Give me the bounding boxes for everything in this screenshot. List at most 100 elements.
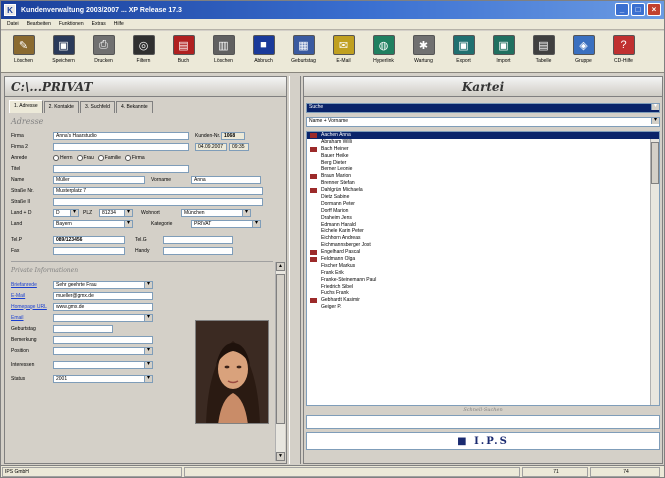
toolbar-button-5[interactable]: ▥ Löschen	[205, 33, 242, 71]
tel-g-field[interactable]	[163, 235, 233, 244]
toolbar-button-2[interactable]: ⎙ Drucken	[85, 33, 122, 71]
tel-field[interactable]: 089/123456	[53, 235, 125, 244]
menu-extras[interactable]: Extras	[92, 21, 106, 27]
toolbar-button-11[interactable]: ▣ Export	[445, 33, 482, 71]
strasse-field[interactable]: Musterplatz 7	[53, 186, 263, 195]
list-item[interactable]: Fuchs Frank	[307, 290, 659, 297]
list-item-label: Bauer Heike	[321, 152, 349, 159]
list-item[interactable]: Braun Marion	[307, 173, 659, 180]
card-icon	[310, 250, 317, 256]
list-item[interactable]: Eichhorn Andreas	[307, 235, 659, 242]
maximize-button[interactable]: □	[631, 3, 645, 16]
toolbar-button-4[interactable]: ▤ Buch	[165, 33, 202, 71]
scroll-up-arrow[interactable]: ▲	[276, 262, 285, 271]
scroll-thumb[interactable]	[276, 274, 285, 424]
land-dropdown[interactable]: Bayern	[53, 219, 133, 228]
homepage-field[interactable]: www.gmx.de	[53, 302, 153, 311]
search-dropdown[interactable]: Suche	[306, 103, 660, 113]
scroll-down-arrow[interactable]: ▼	[276, 452, 285, 461]
menu-datei[interactable]: Datei	[7, 21, 19, 27]
list-item[interactable]: Engelhard Pascal	[307, 249, 659, 256]
tab-adresse[interactable]: 1. Adresse	[9, 100, 43, 113]
list-item[interactable]: Dormann Peter	[307, 201, 659, 208]
homepage-link[interactable]: Homepage URL	[11, 304, 53, 310]
kategorie-dropdown[interactable]: PRIVAT	[191, 219, 261, 228]
list-item[interactable]: Fischer Markus	[307, 263, 659, 270]
vorname-field[interactable]: Anna	[191, 175, 261, 184]
land-code-dropdown[interactable]: D	[53, 208, 79, 217]
anrede-familie-radio[interactable]: Familie	[97, 154, 121, 161]
toolbar-button-8[interactable]: ✉ E-Mail	[325, 33, 362, 71]
anrede-firma-radio[interactable]: Firma	[124, 154, 145, 161]
list-item[interactable]: Dietz Sabine	[307, 194, 659, 201]
position-dropdown[interactable]	[53, 346, 153, 355]
toolbar-button-3[interactable]: ◎ Filtern	[125, 33, 162, 71]
name-field[interactable]: Müller	[53, 175, 145, 184]
list-item[interactable]: Frank Erik	[307, 270, 659, 277]
wohnort-dropdown[interactable]: München	[181, 208, 251, 217]
section-address-heading: Adresse	[11, 117, 44, 126]
bemerkung-field[interactable]	[53, 335, 153, 344]
menu-bearbeiten[interactable]: Bearbeiten	[27, 21, 51, 27]
email-link[interactable]: E-Mail	[11, 293, 53, 299]
list-item[interactable]: Draheim Jens	[307, 215, 659, 222]
menu-hilfe[interactable]: Hilfe	[114, 21, 124, 27]
toolbar-button-12[interactable]: ▣ Import	[485, 33, 522, 71]
list-item[interactable]: Franke-Steinemann Paul	[307, 277, 659, 284]
toolbar-button-10[interactable]: ✱ Wartung	[405, 33, 442, 71]
list-item-label: Dietz Sabine	[321, 194, 350, 201]
handy-field[interactable]	[163, 246, 233, 255]
list-item[interactable]: Feldmann Olga	[307, 256, 659, 263]
menu-funktionen[interactable]: Funktionen	[59, 21, 84, 27]
list-item[interactable]: Bach Heiner	[307, 146, 659, 153]
titel-field[interactable]	[53, 164, 189, 173]
list-item[interactable]: Aachen Anna	[307, 132, 659, 139]
toolbar-button-6[interactable]: ■ Abbruch	[245, 33, 282, 71]
fax-field[interactable]	[53, 246, 125, 255]
list-item[interactable]: Brenner Stefan	[307, 180, 659, 187]
toolbar-button-14[interactable]: ◈ Gruppe	[565, 33, 602, 71]
firma-field[interactable]: Anna's Haarstudio	[53, 131, 189, 140]
list-item[interactable]: Edmann Harald	[307, 222, 659, 229]
briefanrede-dropdown[interactable]: Sehr geehrte Frau	[53, 280, 153, 289]
list-item[interactable]: Friedrich Sibel	[307, 284, 659, 291]
list-item[interactable]: Berg Dieter	[307, 160, 659, 167]
list-item[interactable]: Berner Leonie	[307, 166, 659, 173]
list-item[interactable]: Bauer Heike	[307, 153, 659, 160]
list-item[interactable]: Geiger P.	[307, 304, 659, 311]
panel-splitter[interactable]	[289, 76, 301, 464]
geburtstag-field[interactable]	[53, 324, 113, 333]
email2-link[interactable]: Email	[11, 315, 53, 321]
list-item[interactable]: Eichele Karin Peter	[307, 228, 659, 235]
toolbar-button-7[interactable]: ▦ Geburtstag	[285, 33, 322, 71]
firma2-field[interactable]	[53, 142, 189, 151]
tab-kontakte[interactable]: 2. Kontakte	[43, 101, 79, 113]
toolbar-button-0[interactable]: ✎ Löschen	[5, 33, 42, 71]
strasse2-field[interactable]	[53, 197, 263, 206]
minimize-button[interactable]: _	[615, 3, 629, 16]
ips-logo-box: ■ I.P.S	[306, 432, 660, 450]
status-dropdown[interactable]: 2001	[53, 374, 153, 383]
anrede-herrn-radio[interactable]: Herrn	[53, 154, 73, 161]
toolbar-button-1[interactable]: ▣ Speichern	[45, 33, 82, 71]
anrede-frau-radio[interactable]: Frau	[76, 154, 94, 161]
list-item[interactable]: Abraham Willi	[307, 139, 659, 146]
email-field[interactable]: mueller@gmx.de	[53, 291, 153, 300]
list-item[interactable]: Gebhardt Kasimir	[307, 297, 659, 304]
tab-suchfeld[interactable]: 3. Suchfeld	[79, 101, 115, 113]
close-button[interactable]: ×	[647, 3, 661, 16]
tab-bekannte[interactable]: 4. Bekannte	[115, 101, 153, 113]
list-item[interactable]: Eichmannsberger Jost	[307, 242, 659, 249]
quick-search-input[interactable]	[306, 415, 660, 429]
toolbar-button-13[interactable]: ▤ Tabelle	[525, 33, 562, 71]
sort-filter-dropdown[interactable]: Name + Vorname	[306, 117, 660, 127]
list-item[interactable]: Dahlgrün Michaela	[307, 187, 659, 194]
plz-dropdown[interactable]: 81234	[99, 208, 133, 217]
toolbar-button-15[interactable]: ? CD-Hilfe	[605, 33, 642, 71]
list-item[interactable]: Dorff Marion	[307, 208, 659, 215]
email2-dropdown[interactable]	[53, 313, 153, 322]
interessen-dropdown[interactable]	[53, 360, 153, 369]
left-vertical-scrollbar[interactable]: ▲ ▼	[275, 262, 285, 461]
toolbar-button-9[interactable]: ◍ Hyperlink	[365, 33, 402, 71]
contact-list[interactable]: Aachen Anna Abraham Willi Bach Heiner Bauer…	[306, 131, 660, 406]
